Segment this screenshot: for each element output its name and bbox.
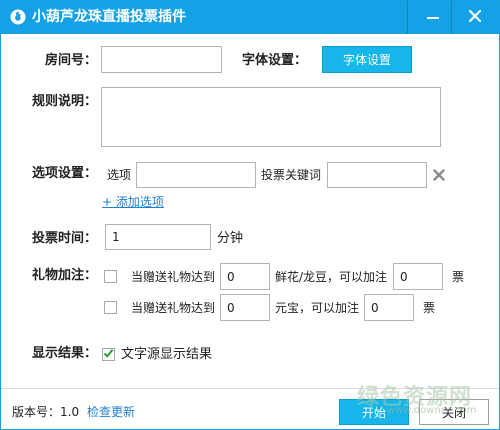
vote-time-input[interactable] xyxy=(105,224,211,250)
gift-rule1-suffix: 票 xyxy=(452,270,465,284)
gift-rule1-prefix: 当赠送礼物达到 xyxy=(131,270,216,284)
window-title: 小葫芦龙珠直播投票插件 xyxy=(32,9,186,25)
version-number: 1.0 xyxy=(60,405,80,419)
close-window-button[interactable] xyxy=(457,1,493,34)
room-number-label: 房间号： xyxy=(45,53,98,68)
checkmark-icon xyxy=(103,348,114,362)
check-update-link[interactable]: 检查更新 xyxy=(87,405,135,420)
font-settings-label: 字体设置： xyxy=(242,53,308,68)
minimize-icon xyxy=(427,10,439,25)
version-label: 版本号： xyxy=(12,405,61,419)
titlebar-separator xyxy=(451,1,452,34)
option-label: 选项 xyxy=(107,168,132,182)
font-settings-button[interactable]: 字体设置 xyxy=(322,46,412,73)
display-results-label: 显示结果： xyxy=(32,346,98,361)
close-icon xyxy=(468,9,482,25)
vote-time-label: 投票时间： xyxy=(32,231,98,246)
delete-x-icon[interactable] xyxy=(433,169,445,181)
rules-textarea[interactable] xyxy=(101,87,441,147)
title-bar[interactable]: 小葫芦龙珠直播投票插件 xyxy=(1,1,499,34)
option-input[interactable] xyxy=(136,162,256,188)
gift-rule2-votes-input[interactable] xyxy=(364,294,414,321)
text-source-checkbox[interactable] xyxy=(102,348,115,361)
option-settings-label: 选项设置： xyxy=(32,166,98,181)
add-option-link[interactable]: + 添加选项 xyxy=(102,195,164,210)
vote-keyword-label: 投票关键词 xyxy=(261,168,322,182)
vote-keyword-input[interactable] xyxy=(327,162,427,188)
gourd-logo-icon xyxy=(10,9,26,25)
room-number-input[interactable] xyxy=(101,46,222,73)
gift-rule2-middle: 元宝，可以加注 xyxy=(275,301,360,315)
close-button[interactable]: 关闭 xyxy=(419,399,489,425)
gift-bonus-label: 礼物加注： xyxy=(32,268,98,283)
text-source-option: 文字源显示结果 xyxy=(121,347,213,362)
gift-rule1-middle: 鲜花/龙豆，可以加注 xyxy=(275,270,388,284)
gift-rule1-amount-input[interactable] xyxy=(220,263,270,290)
gift-rule2-prefix: 当赠送礼物达到 xyxy=(131,301,216,315)
gift-rule1-checkbox[interactable] xyxy=(104,270,117,283)
vote-time-unit: 分钟 xyxy=(217,231,244,246)
rules-label: 规则说明： xyxy=(32,94,98,109)
titlebar-separator xyxy=(407,1,408,34)
minimize-button[interactable] xyxy=(415,1,451,34)
gift-rule1-votes-input[interactable] xyxy=(393,263,443,290)
gift-rule2-checkbox[interactable] xyxy=(104,301,117,314)
start-button[interactable]: 开始 xyxy=(339,399,409,425)
gift-rule2-suffix: 票 xyxy=(423,301,436,315)
gift-rule2-amount-input[interactable] xyxy=(220,294,270,321)
footer-divider xyxy=(1,388,499,389)
voting-plugin-window: 小葫芦龙珠直播投票插件 房间号： 字体设置： 字体设置 规则说明： 选项设置： … xyxy=(0,0,500,430)
